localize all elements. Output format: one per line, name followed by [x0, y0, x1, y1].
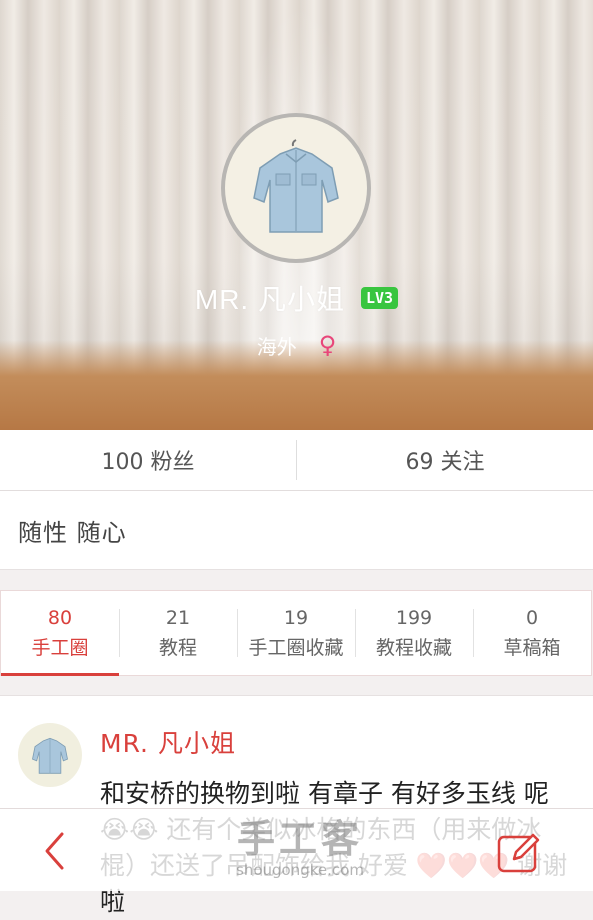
tab-count: 80: [47, 606, 73, 629]
tab-label: 手工圈收藏: [248, 636, 344, 659]
stats-bar: 100 粉丝 69 关注: [0, 430, 593, 491]
tab-count: 21: [165, 606, 191, 629]
tab-label: 草稿箱: [503, 636, 561, 659]
edit-button[interactable]: [496, 829, 542, 875]
profile-avatar[interactable]: [221, 113, 371, 263]
edit-pencil-icon: [497, 833, 540, 873]
post-author-name[interactable]: MR. 凡小姐: [100, 724, 236, 760]
content-tabs: 80 手工圈 21 教程 19 手工圈收藏 199 教程收藏 0 草稿箱: [0, 590, 592, 676]
tab-handcraft-circle[interactable]: 80 手工圈: [1, 591, 119, 676]
tab-label: 教程收藏: [375, 636, 452, 659]
username: MR. 凡小姐: [194, 284, 345, 315]
level-badge: LV3: [361, 287, 399, 309]
fans-count[interactable]: 100 粉丝: [0, 430, 296, 490]
tab-tutorial-favorites[interactable]: 199 教程收藏: [355, 591, 473, 675]
shirt-icon: [32, 737, 68, 774]
post-author-avatar[interactable]: [18, 723, 82, 787]
location-row: 海外 ♀: [0, 330, 593, 360]
profile-header: MR. 凡小姐 LV3 海外 ♀: [0, 0, 593, 430]
tab-label: 手工圈: [31, 636, 89, 659]
female-icon: ♀: [318, 331, 337, 359]
tab-label: 教程: [158, 636, 197, 659]
watermark-url: shougongke.com: [236, 861, 364, 879]
watermark: 手工客 shougongke.com: [225, 817, 375, 879]
tab-count: 0: [525, 606, 539, 629]
bio-text: 随性 随心: [18, 519, 127, 547]
following-label: 69 关注: [405, 450, 485, 475]
tab-tutorials[interactable]: 21 教程: [119, 591, 237, 675]
following-count[interactable]: 69 关注: [297, 430, 593, 490]
watermark-logo: 手工客: [236, 817, 363, 861]
shirt-icon: [253, 139, 339, 233]
tab-count: 19: [283, 606, 309, 629]
location-text: 海外: [256, 334, 297, 359]
tab-drafts[interactable]: 0 草稿箱: [473, 591, 591, 675]
chevron-left-icon: [45, 832, 64, 870]
bio-section: 随性 随心: [0, 491, 593, 570]
tab-circle-favorites[interactable]: 19 手工圈收藏: [237, 591, 355, 675]
tab-count: 199: [395, 606, 433, 629]
username-row: MR. 凡小姐 LV3: [0, 278, 593, 318]
back-button[interactable]: [34, 829, 74, 873]
bottom-toolbar: 手工客 shougongke.com: [0, 808, 593, 891]
fans-label: 100 粉丝: [101, 450, 195, 475]
